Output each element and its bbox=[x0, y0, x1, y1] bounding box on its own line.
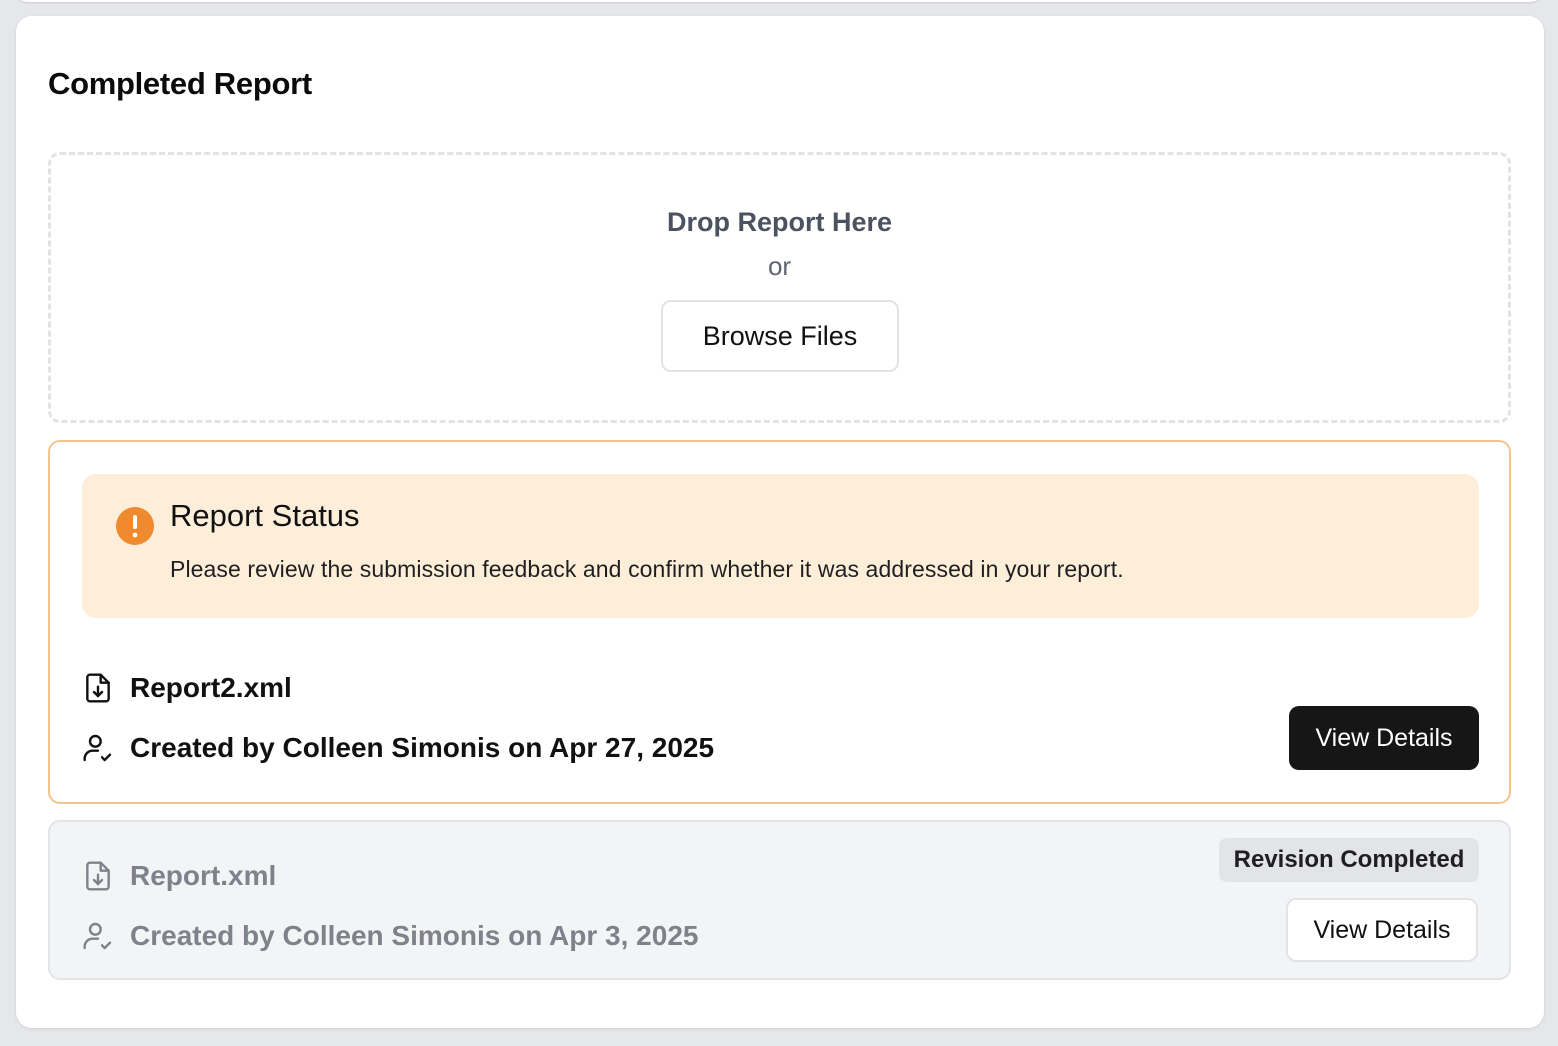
user-check-icon bbox=[83, 734, 112, 762]
previous-card-edge bbox=[14, 0, 1544, 2]
exclamation-circle-icon bbox=[116, 507, 154, 545]
file-download-icon bbox=[86, 861, 110, 891]
report-created-row: Created by Colleen Simonis on Apr 27, 20… bbox=[82, 732, 714, 764]
report-created-text: Created by Colleen Simonis on Apr 3, 202… bbox=[130, 920, 699, 951]
completed-report-card: Completed Report Drop Report Here or Bro… bbox=[16, 16, 1544, 1028]
card-title: Completed Report bbox=[48, 66, 312, 101]
report-card-previous: Report.xml Created by Colleen Simonis on… bbox=[48, 820, 1511, 980]
report-card-current: Report Status Please review the submissi… bbox=[48, 440, 1511, 804]
report-file-row: Report2.xml bbox=[82, 672, 292, 704]
report-created-text: Created by Colleen Simonis on Apr 27, 20… bbox=[130, 732, 715, 763]
status-title: Report Status bbox=[170, 498, 360, 533]
report-created-row: Created by Colleen Simonis on Apr 3, 202… bbox=[82, 920, 698, 952]
browse-files-button[interactable]: Browse Files bbox=[661, 300, 899, 372]
dropzone-title: Drop Report Here bbox=[666, 207, 893, 237]
view-details-button[interactable]: View Details bbox=[1289, 706, 1479, 770]
dropzone-or-text: or bbox=[767, 251, 792, 281]
revision-completed-badge: Revision Completed bbox=[1219, 838, 1479, 882]
report-dropzone[interactable]: Drop Report Here or Browse Files bbox=[48, 152, 1511, 423]
report-status-banner: Report Status Please review the submissi… bbox=[82, 474, 1479, 618]
view-details-button[interactable]: View Details bbox=[1286, 898, 1478, 962]
user-check-icon bbox=[83, 922, 112, 950]
file-download-icon bbox=[86, 673, 110, 703]
report-file-name: Report2.xml bbox=[130, 672, 292, 703]
report-file-name: Report.xml bbox=[130, 860, 277, 891]
report-file-row: Report.xml bbox=[82, 860, 276, 892]
status-message: Please review the submission feedback an… bbox=[170, 556, 1124, 582]
